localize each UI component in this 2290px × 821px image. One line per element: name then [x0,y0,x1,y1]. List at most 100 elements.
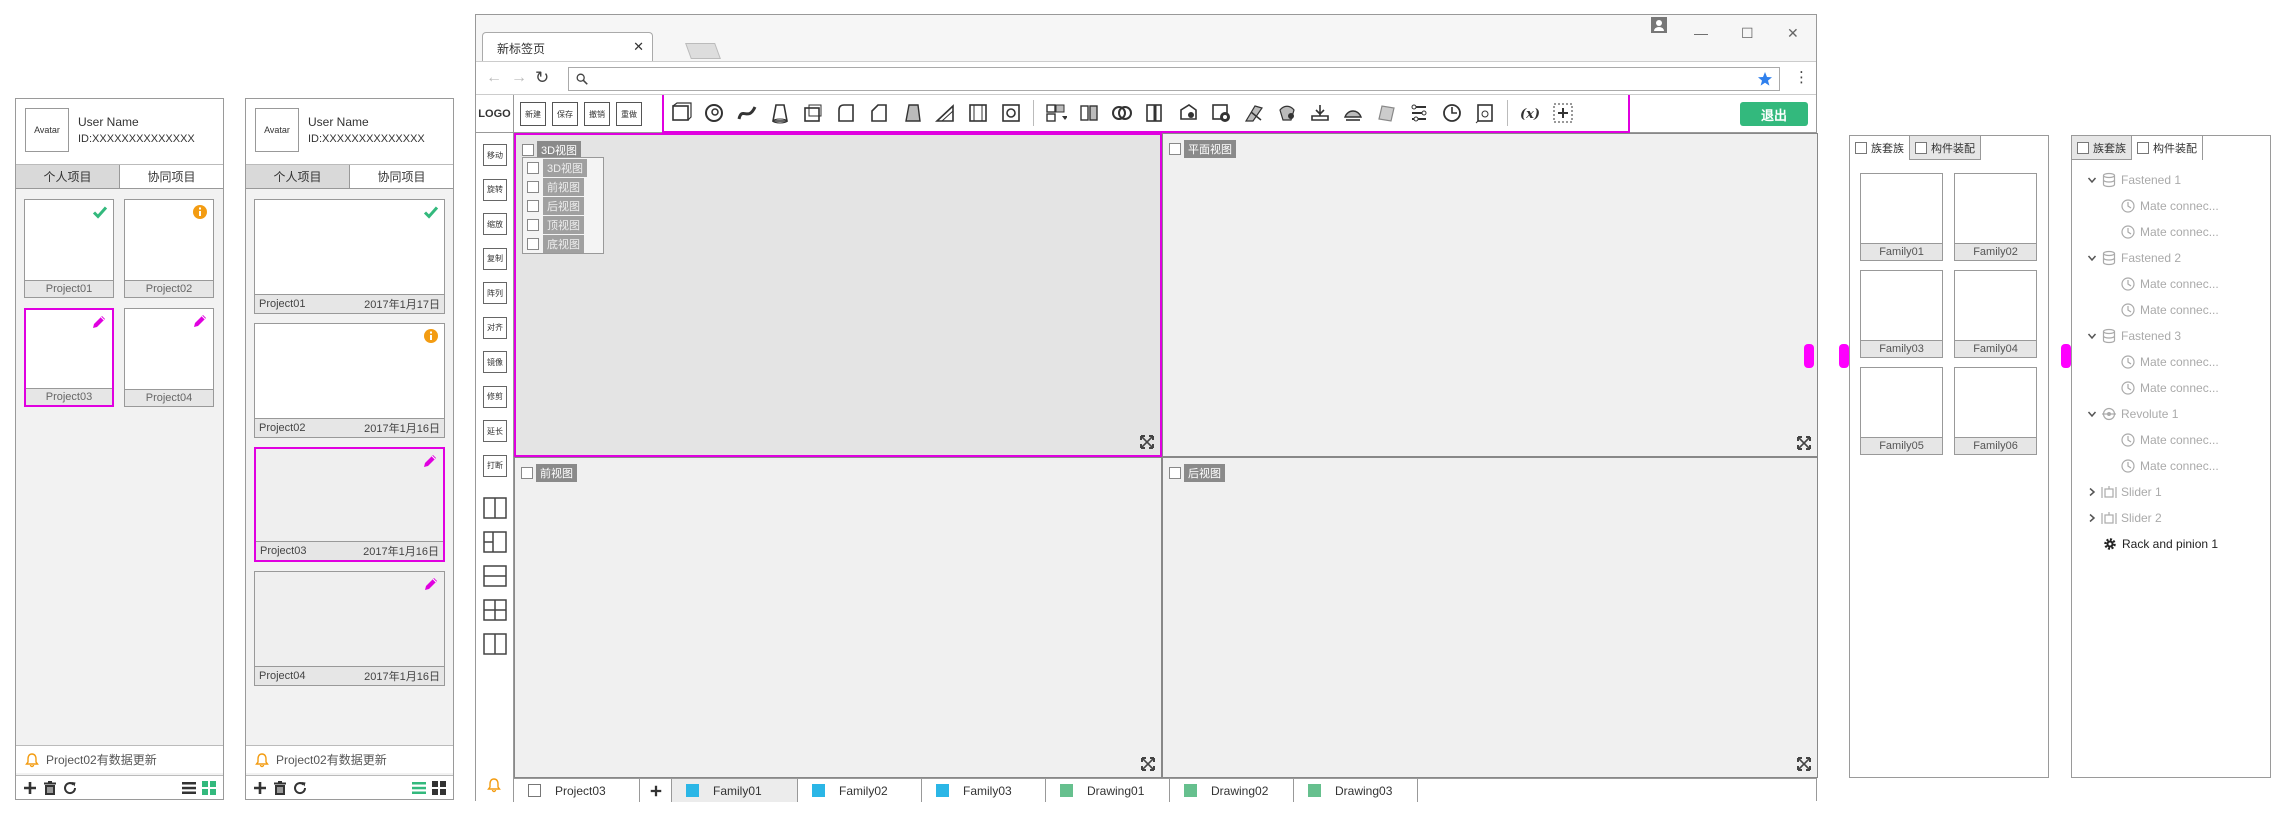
viewport-checkbox[interactable] [1169,143,1181,155]
document-tab-drawing[interactable]: Drawing02 [1170,779,1294,802]
back-icon[interactable]: ← [486,69,502,87]
document-tab-drawing[interactable]: Drawing01 [1046,779,1170,802]
chevron-right-icon[interactable] [2087,513,2097,523]
tree-item-mate[interactable]: Mate connec... [2120,197,2219,215]
fillet-icon[interactable] [835,102,857,124]
view-menu-checkbox[interactable] [527,237,539,250]
expand-icon[interactable] [1796,756,1812,772]
expand-icon[interactable] [1796,435,1812,451]
notification-bar[interactable]: Project02有数据更新 [246,745,453,773]
expand-icon[interactable] [1140,756,1156,772]
shell-icon[interactable] [802,102,824,124]
copy-tool-button[interactable]: 复制 [483,247,507,270]
equation-icon[interactable]: (x) [1519,102,1541,124]
tab-nested-families[interactable]: 族套族 [1850,136,1910,160]
chevron-down-icon[interactable] [2087,253,2097,263]
tree-item-mate[interactable]: Mate connec... [2120,379,2219,397]
boolean-union-icon[interactable] [1111,102,1133,124]
split-icon[interactable] [1210,102,1232,124]
document-tab-project[interactable]: Project03 [514,779,640,802]
array-tool-button[interactable]: 阵列 [483,282,507,304]
panel-toggle-tab[interactable] [1839,344,1849,368]
intersect-icon[interactable] [1177,102,1199,124]
view-menu-checkbox[interactable] [527,161,539,174]
layout-two-columns-icon[interactable] [483,497,507,519]
viewport-back[interactable]: 后视图 [1162,457,1818,778]
tab-nested-families[interactable]: 族套族 [2072,136,2132,160]
tree-item-mate[interactable]: Mate connec... [2120,223,2219,241]
plus-icon[interactable] [22,780,38,796]
box-icon[interactable] [670,102,692,124]
list-view-icon[interactable] [411,780,427,796]
viewport-checkbox[interactable] [522,144,534,156]
project-card[interactable]: Project02 2017年1月16日 [254,323,445,438]
close-tab-icon[interactable]: ✕ [633,39,644,55]
pencil-icon[interactable] [423,576,439,592]
tab-checkbox[interactable] [2137,142,2149,154]
viewport-checkbox[interactable] [521,467,533,479]
tree-group[interactable]: Revolute 1 [2087,405,2178,423]
break-tool-button[interactable]: 打断 [483,454,507,477]
view-menu-checkbox[interactable] [527,199,539,212]
browser-tab[interactable]: 新标签页 ✕ [482,32,653,61]
boolean-cut-icon[interactable] [1144,102,1166,124]
tree-item-mate[interactable]: Mate connec... [2120,301,2219,319]
url-input[interactable] [568,67,1780,91]
move-tool-button[interactable]: 移动 [483,144,507,166]
new-button[interactable]: 新建 [520,102,546,126]
layout-four-icon[interactable] [483,599,507,621]
refresh-icon[interactable] [292,780,308,796]
plus-icon[interactable] [649,784,663,798]
mirror-body-icon[interactable] [1078,102,1100,124]
loft-icon[interactable] [769,102,791,124]
exit-button[interactable]: 退出 [1740,102,1808,126]
add-document-button[interactable] [640,779,672,802]
pattern-icon[interactable] [1000,102,1022,124]
undo-button[interactable]: 撤销 [584,102,610,126]
tab-component-assembly[interactable]: 构件装配 [2132,136,2203,160]
tab-collaborative-projects[interactable]: 协同项目 [120,165,223,189]
tab-checkbox[interactable] [1915,141,1927,154]
family-card[interactable]: Family06 [1954,367,2037,455]
project-card-selected[interactable]: Project03 [24,308,114,407]
chamfer-icon[interactable] [868,102,890,124]
family-card[interactable]: Family03 [1860,270,1943,358]
extend-surface-icon[interactable] [1309,102,1331,124]
tree-item-mate[interactable]: Mate connec... [2120,431,2219,449]
panel-toggle-tab[interactable] [2061,344,2071,368]
view-menu-item[interactable]: 前视图 [523,177,603,196]
align-tool-button[interactable]: 对齐 [483,316,507,339]
chevron-down-icon[interactable] [2087,409,2097,419]
trim-surface-icon[interactable] [1276,102,1298,124]
sweep-icon[interactable] [736,102,758,124]
notification-bar[interactable]: Project02有数据更新 [16,745,223,773]
family-card[interactable]: Family01 [1860,173,1943,261]
revolve-icon[interactable] [703,102,725,124]
thicken-icon[interactable] [1342,102,1364,124]
view-menu-item[interactable]: 3D视图 [523,158,603,177]
tab-personal-projects[interactable]: 个人项目 [16,165,120,189]
draft-icon[interactable] [901,102,923,124]
project-card[interactable]: Project04 [124,308,214,407]
grid-view-icon[interactable] [201,780,217,796]
grid-view-icon[interactable] [431,780,447,796]
hole-icon[interactable] [967,102,989,124]
cut-tool-icon[interactable] [1243,102,1265,124]
project-card-selected[interactable]: Project03 2017年1月16日 [254,447,445,562]
pencil-icon[interactable] [91,314,107,330]
view-menu-checkbox[interactable] [527,218,539,231]
viewport-front[interactable]: 前视图 [514,457,1162,778]
tab-personal-projects[interactable]: 个人项目 [246,165,350,189]
pencil-icon[interactable] [192,313,208,329]
avatar[interactable]: Avatar [255,108,299,152]
refresh-icon[interactable] [62,780,78,796]
family-card[interactable]: Family02 [1954,173,2037,261]
forward-icon[interactable]: → [511,69,527,87]
bell-icon[interactable] [486,777,502,793]
tree-item-rack-and-pinion[interactable]: Rack and pinion 1 [2102,535,2218,553]
tree-item-mate[interactable]: Mate connec... [2120,275,2219,293]
tree-group[interactable]: Fastened 1 [2087,171,2181,189]
tab-component-assembly[interactable]: 构件装配 [1910,136,1981,160]
layout-columns-icon[interactable] [483,633,507,655]
document-tab-drawing[interactable]: Drawing03 [1294,779,1418,802]
